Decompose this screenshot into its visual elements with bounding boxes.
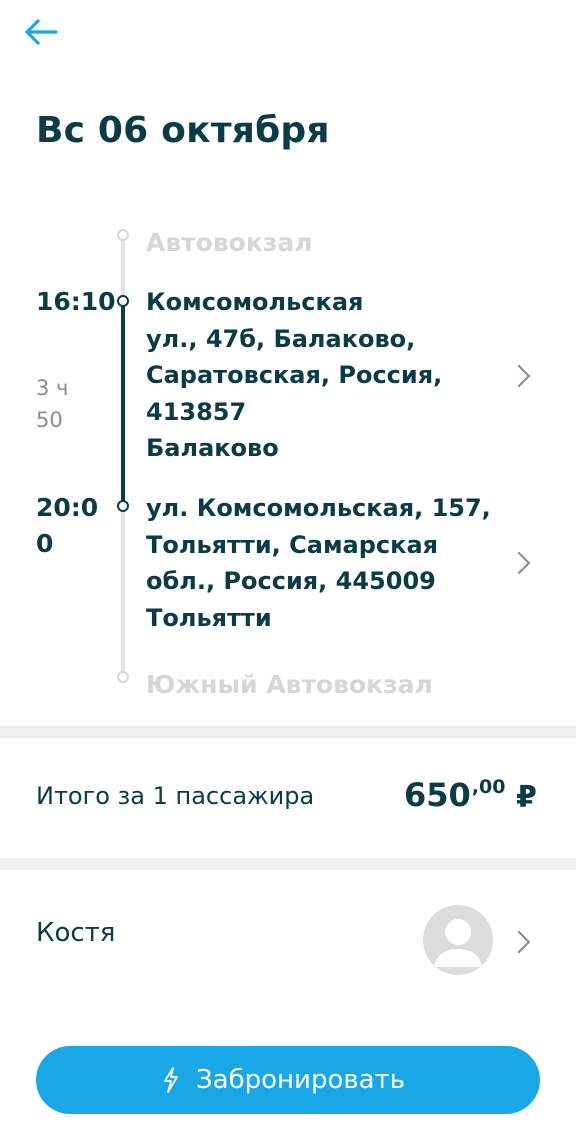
section-divider — [0, 726, 576, 738]
passenger-name: Костя — [36, 918, 116, 948]
arrival-time: 20:0 0 — [36, 493, 99, 558]
total-label: Итого за 1 пассажира — [36, 782, 315, 810]
route-timeline-active — [121, 300, 125, 506]
timeline-dot-departure — [117, 295, 129, 307]
timeline-dot-origin — [117, 229, 129, 241]
lightning-icon — [164, 1067, 178, 1093]
destination-terminal: Южный Автовокзал — [146, 670, 433, 699]
section-divider — [0, 858, 576, 870]
user-avatar-icon — [423, 905, 493, 975]
back-button[interactable] — [20, 10, 64, 54]
arrow-left-icon — [25, 19, 58, 45]
chevron-right-icon[interactable] — [507, 551, 531, 575]
arrival-stop[interactable]: ул. Комсомольская, 157, Тольятти, Самарс… — [146, 490, 496, 636]
page-title: Вс 06 октября — [36, 110, 330, 151]
departure-time: 16:10 — [36, 287, 116, 316]
total-price: 650,00 — [404, 776, 506, 814]
departure-stop[interactable]: Комсомольская ул., 47б, Балаково, Сарато… — [146, 284, 496, 467]
trip-duration: 3 ч 50 — [36, 376, 69, 432]
timeline-dot-arrival — [117, 500, 129, 512]
timeline-dot-destination — [117, 671, 129, 683]
currency-symbol: ₽ — [516, 780, 537, 815]
book-button[interactable]: Забронировать — [36, 1046, 540, 1114]
book-button-label: Забронировать — [196, 1065, 406, 1095]
origin-terminal: Автовокзал — [146, 228, 313, 257]
chevron-right-icon[interactable] — [507, 364, 531, 388]
